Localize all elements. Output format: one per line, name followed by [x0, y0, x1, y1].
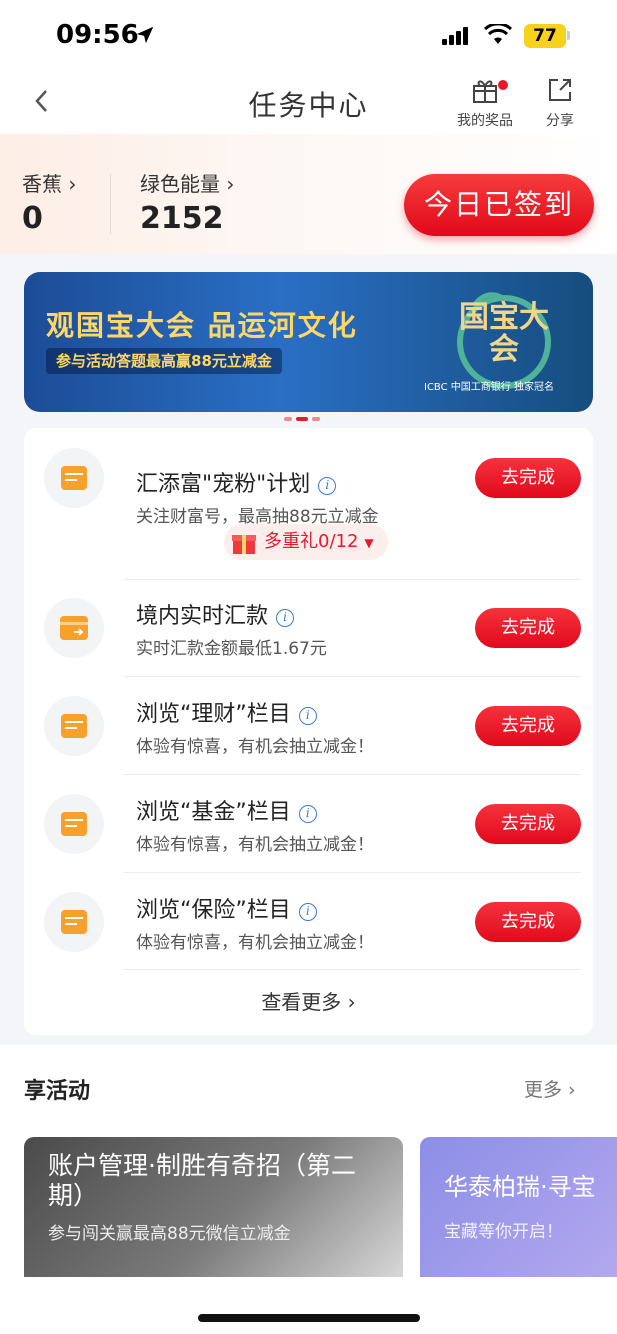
points-header: 香蕉 › 0 绿色能量 › 2152 今日已签到: [0, 134, 617, 254]
banner-headline: 观国宝大会 品运河文化: [46, 309, 358, 342]
green-energy-value: 2152: [140, 201, 224, 236]
task-subtitle: 体验有惊喜，有机会抽立减金！: [136, 933, 374, 953]
divider: [124, 969, 581, 970]
my-prizes-button[interactable]: 我的奖品: [452, 76, 518, 130]
banner-logo-caption: ICBC 中国工商银行 独家冠名: [424, 382, 554, 393]
complete-button[interactable]: 去完成: [475, 902, 581, 942]
task-title-text: 汇添富"宠粉"计划: [136, 472, 311, 497]
task-subtitle: 体验有惊喜，有机会抽立减金！: [136, 835, 374, 855]
status-bar: 09:56 77: [0, 0, 617, 70]
info-icon[interactable]: i: [298, 707, 317, 725]
task-title-text: 浏览“保险”栏目: [136, 898, 291, 923]
green-energy-points[interactable]: 绿色能量 › 2152: [140, 168, 234, 236]
calendar-icon: [61, 466, 87, 490]
complete-button[interactable]: 去完成: [475, 458, 581, 498]
activities-header: 享活动: [24, 1079, 91, 1104]
info-icon[interactable]: i: [318, 477, 337, 495]
home-indicator[interactable]: [198, 1314, 420, 1322]
task-icon-wrap: [44, 794, 104, 854]
task-icon-wrap: [44, 598, 104, 658]
task-icon-wrap: [44, 696, 104, 756]
banana-label: 香蕉 ›: [22, 172, 77, 196]
task-title: 浏览“理财”栏目 i: [136, 696, 317, 728]
task-icon-wrap: [44, 448, 104, 508]
status-time: 09:56: [56, 20, 139, 50]
banana-points[interactable]: 香蕉 › 0: [22, 168, 76, 236]
pagination-dot: [312, 417, 320, 421]
share-button[interactable]: 分享: [538, 76, 582, 130]
gift-label: 多重礼0/12: [264, 531, 359, 552]
activity-title: 账户管理·制胜有奇招（第二期）: [48, 1151, 356, 1210]
promo-banner[interactable]: 观国宝大会 品运河文化 参与活动答题最高赢88元立减金 国宝大会 ICBC 中国…: [24, 272, 593, 412]
calendar-icon: [61, 714, 87, 738]
activities-more-link[interactable]: 更多 ›: [524, 1075, 576, 1102]
card-transfer-icon: [60, 616, 88, 640]
share-icon: [549, 79, 571, 101]
info-icon[interactable]: i: [298, 903, 317, 921]
green-energy-label: 绿色能量 ›: [140, 172, 235, 196]
gift-box-icon: [232, 535, 256, 554]
divider: [124, 579, 581, 580]
complete-button[interactable]: 去完成: [475, 706, 581, 746]
battery-tip: [567, 31, 570, 40]
info-icon[interactable]: i: [276, 609, 295, 627]
points-divider: [110, 174, 111, 234]
pagination-dot-active: [296, 417, 308, 421]
activity-subtitle: 宝藏等你开启！: [444, 1222, 563, 1242]
complete-button[interactable]: 去完成: [475, 804, 581, 844]
task-subtitle: 体验有惊喜，有机会抽立减金！: [136, 737, 374, 757]
task-list-card: 汇添富"宠粉"计划 i 关注财富号，最高抽88元立减金 去完成 多重礼0/12 ▼ …: [24, 428, 593, 1035]
my-prizes-label: 我的奖品: [457, 113, 513, 129]
battery-icon: 77: [524, 24, 566, 48]
view-more-link[interactable]: 查看更多 ›: [24, 986, 593, 1015]
cellular-signal-icon: [442, 26, 470, 45]
info-icon[interactable]: i: [298, 805, 317, 823]
task-title-text: 浏览“基金”栏目: [136, 800, 291, 825]
task-title: 浏览“基金”栏目 i: [136, 794, 317, 826]
task-title-text: 浏览“理财”栏目: [136, 702, 291, 727]
location-arrow-icon: [136, 26, 154, 44]
task-title: 境内实时汇款 i: [136, 598, 295, 630]
complete-button[interactable]: 去完成: [475, 608, 581, 648]
notification-dot: [498, 80, 508, 90]
calendar-icon: [61, 812, 87, 836]
signed-in-button[interactable]: 今日已签到: [404, 174, 594, 236]
divider: [124, 676, 581, 677]
task-title: 汇添富"宠粉"计划 i: [136, 466, 337, 498]
calendar-icon: [61, 910, 87, 934]
activity-subtitle: 参与闯关赢最高88元微信立减金: [48, 1224, 291, 1244]
task-title: 浏览“保险”栏目 i: [136, 892, 317, 924]
task-subtitle: 实时汇款金额最低1.67元: [136, 639, 327, 659]
task-title-text: 境内实时汇款: [136, 604, 269, 629]
activity-title: 华泰柏瑞·寻宝: [444, 1173, 596, 1201]
banner-subline: 参与活动答题最高赢88元立减金: [46, 348, 282, 374]
activities-section: 享活动 更多 › 账户管理·制胜有奇招（第二期） 参与闯关赢最高88元微信立减金…: [0, 1045, 617, 1334]
multi-gift-badge[interactable]: 多重礼0/12 ▼: [224, 524, 388, 560]
page-title: 任务中心: [248, 89, 369, 122]
activity-card[interactable]: 华泰柏瑞·寻宝 宝藏等你开启！: [420, 1137, 617, 1277]
divider: [124, 872, 581, 873]
nav-bar: 任务中心 我的奖品 分享: [0, 70, 617, 134]
divider: [124, 774, 581, 775]
wifi-icon: [484, 24, 512, 44]
activity-card[interactable]: 账户管理·制胜有奇招（第二期） 参与闯关赢最高88元微信立减金: [24, 1137, 403, 1277]
banner-pagination: [284, 406, 324, 425]
task-icon-wrap: [44, 892, 104, 952]
share-label: 分享: [546, 113, 574, 129]
gift-icon: [473, 80, 497, 103]
pagination-dot: [284, 417, 292, 421]
banana-value: 0: [22, 201, 43, 236]
chevron-down-icon: ▼: [364, 536, 374, 550]
banner-logo-title: 国宝大会: [459, 300, 549, 367]
